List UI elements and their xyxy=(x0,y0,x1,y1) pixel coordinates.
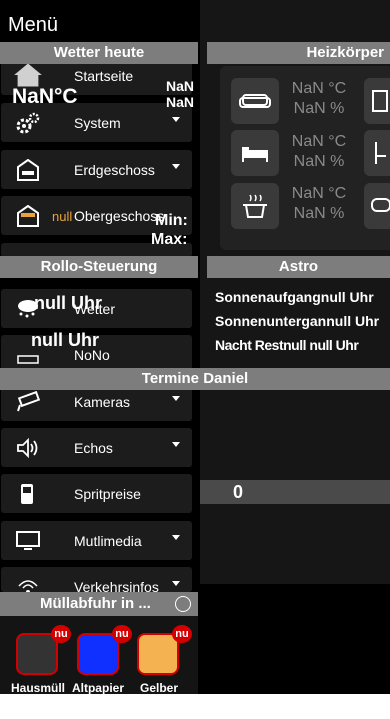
chevron-down-icon xyxy=(172,535,180,540)
speaker-icon xyxy=(17,437,38,459)
bed-icon xyxy=(242,147,268,162)
termine-count-bar xyxy=(200,480,390,504)
nav-item-label: Kameras xyxy=(74,394,131,410)
nav-item-spritpreise[interactable]: Spritpreise xyxy=(1,474,192,513)
nav-item-label: Startseite xyxy=(74,68,134,84)
astro-header: Astro xyxy=(207,256,390,278)
bin-label: Hausmüll xyxy=(10,681,65,695)
bin-badge: nu xyxy=(112,625,132,643)
muell-title: Müllabfuhr in ... xyxy=(40,595,151,612)
heizkoerper-header: Heizkörper xyxy=(207,42,390,64)
house-upper-floor-icon xyxy=(17,205,39,227)
chair-icon xyxy=(375,142,386,164)
bin-altpapier[interactable] xyxy=(77,633,119,675)
heizkoerper-humidity: NaN % xyxy=(293,205,345,222)
muell-header: Müllabfuhr in ... xyxy=(0,592,198,616)
broadcast-icon xyxy=(18,580,38,592)
heizkoerper-humidity: NaN % xyxy=(293,153,345,170)
rollo-time-2: null Uhr xyxy=(31,330,99,350)
heizkoerper-tile-bed[interactable] xyxy=(231,130,279,176)
bottom-white-strip xyxy=(0,694,390,719)
nav-item-label: Echos xyxy=(74,440,113,456)
bin-label: Gelber xyxy=(139,681,178,695)
rollo-steuerung-header: Rollo-Steuerung xyxy=(0,256,198,278)
gamepad-icon xyxy=(371,198,390,212)
nav-item-label: Spritpreise xyxy=(74,486,141,502)
heizkoerper-tile-sofa[interactable] xyxy=(231,78,279,124)
heizkoerper-tile-extra-3[interactable] xyxy=(364,183,390,229)
cooking-pot-icon xyxy=(243,194,267,218)
wetter-heute-header: Wetter heute xyxy=(0,42,198,64)
heizkoerper-tile-extra-2[interactable] xyxy=(364,130,390,176)
weather-min-label: Min: xyxy=(155,212,188,229)
monitor-icon xyxy=(16,531,40,550)
bin-gelber-sack[interactable] xyxy=(137,633,179,675)
fuel-pump-icon xyxy=(21,484,33,504)
menu-title: Menü xyxy=(8,14,59,36)
termine-daniel-header: Termine Daniel xyxy=(0,368,390,390)
termine-count: 0 xyxy=(233,482,244,502)
chevron-down-icon xyxy=(172,117,180,122)
chevron-down-icon xyxy=(172,396,180,401)
obergeschoss-prefix: null xyxy=(52,209,73,224)
nav-item-label: Mutlimedia xyxy=(74,533,142,549)
chevron-down-icon xyxy=(172,581,180,586)
sofa-icon xyxy=(239,94,271,108)
nav-item-mutlimedia[interactable]: Mutlimedia xyxy=(1,521,192,560)
chevron-down-icon xyxy=(172,164,180,169)
refresh-circle-icon[interactable] xyxy=(175,596,191,612)
heizkoerper-temp: NaN °C xyxy=(291,133,347,150)
heizkoerper-tile-kitchen[interactable] xyxy=(231,183,279,229)
heizkoerper-temp: NaN °C xyxy=(291,185,347,202)
astro-sunset: Sonnenuntergannull Uhr xyxy=(215,313,380,329)
heizkoerper-temp: NaN °C xyxy=(291,80,347,97)
weather-value-1: NaN xyxy=(166,78,195,94)
astro-sunrise: Sonnenaufgangnull Uhr xyxy=(215,289,374,305)
heizkoerper-tile-extra-1[interactable] xyxy=(364,78,390,124)
bin-badge: nu xyxy=(172,625,192,643)
chevron-down-icon xyxy=(172,442,180,447)
bin-badge: nu xyxy=(51,625,71,643)
nav-item-label: Obergeschoss xyxy=(74,208,165,224)
nav-item-erdgeschoss[interactable]: Erdgeschoss xyxy=(1,150,192,189)
weather-value-2: NaN xyxy=(166,94,195,110)
camera-icon xyxy=(17,391,41,412)
heizkoerper-humidity: NaN % xyxy=(293,100,345,117)
nav-item-echos[interactable]: Echos xyxy=(1,428,192,467)
weather-temperature: NaN°C xyxy=(12,85,78,108)
nav-item-verkehrsinfos[interactable]: Verkehrsinfos xyxy=(1,567,192,592)
nav-item-label: Erdgeschoss xyxy=(74,162,155,178)
bin-label: Altpapier xyxy=(71,681,124,695)
astro-night-rest: Nacht Restnull null Uhr xyxy=(215,337,359,353)
nav-item-label: Verkehrsinfos xyxy=(74,579,159,592)
weather-max-label: Max: xyxy=(151,231,188,248)
bin-hausmuell[interactable] xyxy=(16,633,58,675)
rollo-time-1: null Uhr xyxy=(34,293,102,313)
cabinet-icon xyxy=(372,90,388,112)
nav-item-label: System xyxy=(74,115,121,131)
gears-icon xyxy=(16,112,40,134)
house-ground-floor-icon xyxy=(17,159,39,181)
